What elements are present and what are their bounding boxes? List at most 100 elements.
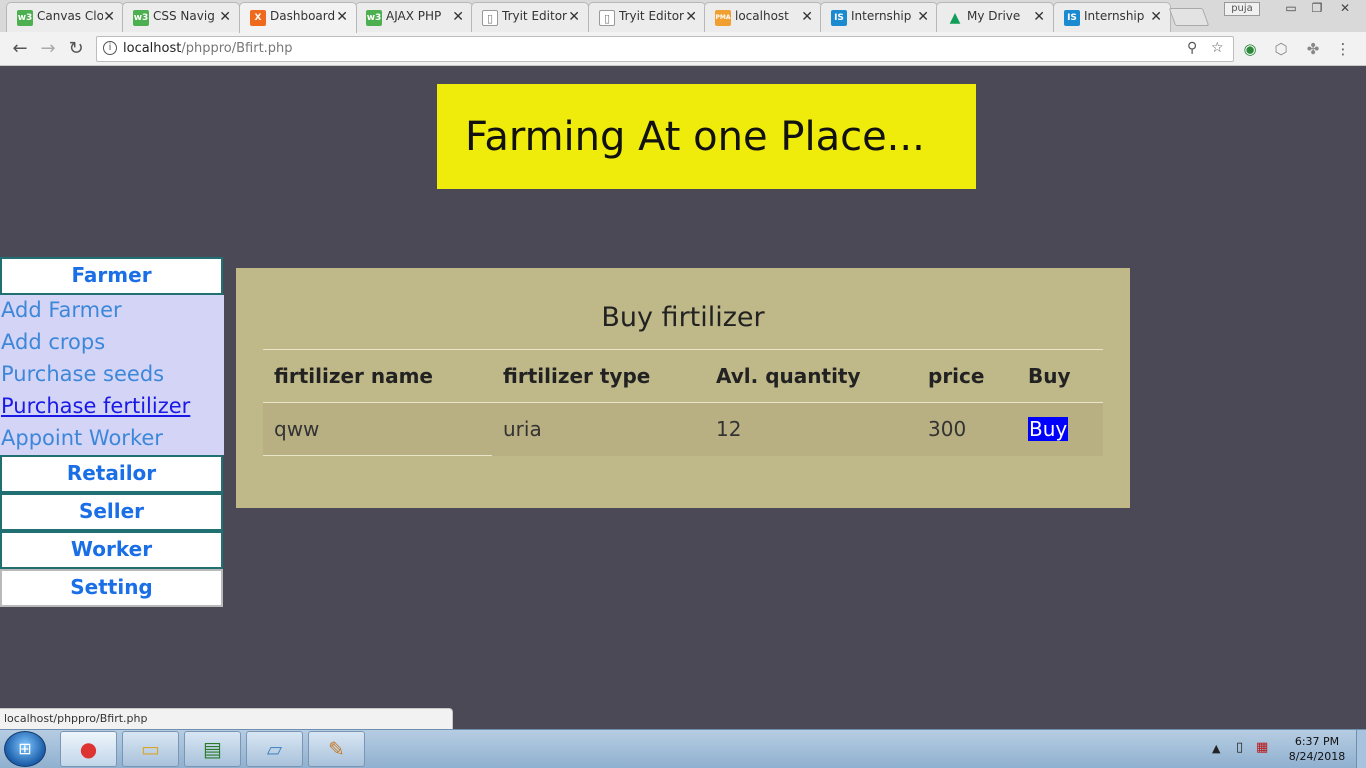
column-header-buy: Buy	[1028, 364, 1071, 388]
status-bar-url: localhost/phppro/Bfirt.php	[0, 708, 453, 729]
table-row: qww uria 12 300 Buy	[263, 402, 1103, 456]
browser-tab[interactable]: X Dashboard ✕	[239, 2, 357, 33]
google-drive-icon: ▲	[949, 10, 961, 26]
browser-menu-icon[interactable]: ⋮	[1334, 40, 1352, 58]
link-purchase-fertilizer[interactable]: Purchase fertilizer	[0, 391, 224, 423]
taskbar-task-manager-icon[interactable]: ▤	[184, 731, 241, 767]
column-header-type: firtilizer type	[503, 364, 651, 388]
tab-close-icon[interactable]: ✕	[452, 8, 464, 26]
column-header-name: firtilizer name	[274, 364, 433, 388]
buy-button[interactable]: Buy	[1028, 417, 1069, 442]
farmer-submenu: Add Farmer Add crops Purchase seeds Purc…	[0, 295, 224, 455]
url-host: localhost	[123, 41, 182, 56]
tab-close-icon[interactable]: ✕	[103, 8, 115, 26]
cell-buy: Buy	[1017, 402, 1103, 456]
tab-title: AJAX PHP	[386, 9, 442, 23]
buy-fertilizer-panel: Buy firtilizer firtilizer name firtilize…	[236, 268, 1130, 508]
tab-title: My Drive	[967, 9, 1021, 23]
tray-expand-icon[interactable]: ▲	[1212, 742, 1220, 755]
tab-close-icon[interactable]: ✕	[1150, 8, 1162, 26]
sidebar-item-seller[interactable]: Seller	[0, 493, 223, 531]
phpmyadmin-icon: PMA	[715, 10, 731, 26]
zoom-search-icon[interactable]: ⚲	[1187, 40, 1197, 56]
clock-time: 6:37 PM	[1294, 735, 1340, 748]
sidebar-item-farmer[interactable]: Farmer	[0, 257, 223, 295]
close-window-icon[interactable]: ✕	[1330, 0, 1360, 16]
taskbar-chrome-icon[interactable]: ●	[60, 731, 117, 767]
cell-price: 300	[917, 402, 1017, 456]
tab-title: Canvas Clo	[37, 9, 103, 23]
bookmark-star-icon[interactable]: ☆	[1211, 40, 1224, 56]
link-add-farmer[interactable]: Add Farmer	[0, 295, 224, 327]
browser-tab[interactable]: PMA localhost ✕	[704, 2, 822, 32]
sidebar-item-retailor[interactable]: Retailor	[0, 455, 223, 493]
internshala-icon: IS	[831, 10, 847, 26]
browser-toolbar: ← → ↻ i localhost/phppro/Bfirt.php ⚲ ☆ ◉…	[0, 32, 1366, 66]
extension-globe-icon[interactable]: ◉	[1241, 40, 1259, 58]
taskbar-clock[interactable]: 6:37 PM 8/24/2018	[1284, 734, 1350, 764]
table-header-row: firtilizer name firtilizer type Avl. qua…	[263, 349, 1103, 403]
clock-date: 8/24/2018	[1288, 750, 1346, 763]
reload-icon[interactable]: ↻	[64, 37, 88, 61]
tray-network-icon[interactable]: ▦	[1256, 740, 1268, 755]
fertilizer-table: firtilizer name firtilizer type Avl. qua…	[263, 349, 1103, 456]
sidebar-item-setting[interactable]: Setting	[0, 569, 223, 607]
browser-tab[interactable]: w3 CSS Navig ✕	[122, 2, 240, 32]
tab-close-icon[interactable]: ✕	[1033, 8, 1045, 26]
tab-title: Dashboard	[270, 9, 336, 23]
site-header: Farming At one Place...	[437, 84, 976, 189]
browser-tab[interactable]: ▯ Tryit Editor ✕	[471, 2, 589, 32]
panel-title: Buy firtilizer	[601, 302, 765, 333]
extension-cube-icon[interactable]: ⬡	[1272, 40, 1290, 58]
cell-fertilizer-type: uria	[492, 402, 705, 456]
tab-close-icon[interactable]: ✕	[568, 8, 580, 26]
browser-tab[interactable]: ▲ My Drive ✕	[936, 2, 1054, 32]
column-header-quantity: Avl. quantity	[716, 364, 861, 388]
browser-tab[interactable]: IS Internship ✕	[1053, 2, 1171, 32]
browser-tab[interactable]: w3 AJAX PHP ✕	[355, 2, 473, 32]
url-path: /phppro/Bfirt.php	[181, 41, 293, 56]
extension-puzzle-icon[interactable]: ✤	[1304, 40, 1322, 58]
tab-close-icon[interactable]: ✕	[336, 8, 348, 26]
address-url: localhost/phppro/Bfirt.php	[123, 41, 293, 56]
link-appoint-worker[interactable]: Appoint Worker	[0, 423, 224, 455]
tab-close-icon[interactable]: ✕	[801, 8, 813, 26]
taskbar-file-explorer-icon[interactable]: ▭	[122, 731, 179, 767]
w3-icon: w3	[133, 10, 149, 26]
xampp-icon: X	[250, 10, 266, 26]
new-tab-button[interactable]	[1168, 8, 1210, 26]
windows-taskbar: ⊞ ● ▭ ▤ ▱ ✎ ▲ ▯ ▦ 6:37 PM 8/24/2018	[0, 729, 1366, 768]
minimize-icon[interactable]: ▭	[1278, 0, 1304, 16]
tab-title: CSS Navig	[153, 9, 215, 23]
taskbar-notepad-icon[interactable]: ▱	[246, 731, 303, 767]
browser-tab[interactable]: IS Internship ✕	[820, 2, 938, 32]
link-add-crops[interactable]: Add crops	[0, 327, 224, 359]
column-header-price: price	[928, 364, 985, 388]
browser-tab[interactable]: ▯ Tryit Editor ✕	[588, 2, 706, 32]
link-purchase-seeds[interactable]: Purchase seeds	[0, 359, 224, 391]
show-desktop-button[interactable]	[1356, 730, 1366, 768]
tray-battery-icon[interactable]: ▯	[1236, 740, 1243, 755]
tab-close-icon[interactable]: ✕	[219, 8, 231, 26]
sidebar: Farmer Add Farmer Add crops Purchase see…	[0, 257, 224, 607]
site-info-icon[interactable]: i	[103, 41, 117, 55]
tab-title: localhost	[735, 9, 789, 23]
page-icon: ▯	[599, 10, 615, 26]
tab-close-icon[interactable]: ✕	[917, 8, 929, 26]
sidebar-item-worker[interactable]: Worker	[0, 531, 223, 569]
tab-title: Tryit Editor	[619, 9, 684, 23]
w3-icon: w3	[17, 10, 33, 26]
start-button-windows-icon[interactable]: ⊞	[4, 731, 46, 767]
browser-tab[interactable]: w3 Canvas Clo ✕	[6, 2, 124, 32]
profile-button[interactable]: puja	[1224, 2, 1260, 16]
maximize-icon[interactable]: ❐	[1304, 0, 1330, 16]
browser-tab-strip: w3 Canvas Clo ✕ w3 CSS Navig ✕ X Dashboard ✕ w3 AJ…	[0, 0, 1366, 33]
back-arrow-icon[interactable]: ←	[8, 37, 32, 61]
tab-close-icon[interactable]: ✕	[685, 8, 697, 26]
tab-title: Internship	[1084, 9, 1145, 23]
internshala-icon: IS	[1064, 10, 1080, 26]
forward-arrow-icon[interactable]: →	[36, 37, 60, 61]
address-bar[interactable]: i localhost/phppro/Bfirt.php ⚲ ☆	[96, 36, 1234, 62]
tab-title: Internship	[851, 9, 912, 23]
taskbar-paint-icon[interactable]: ✎	[308, 731, 365, 767]
